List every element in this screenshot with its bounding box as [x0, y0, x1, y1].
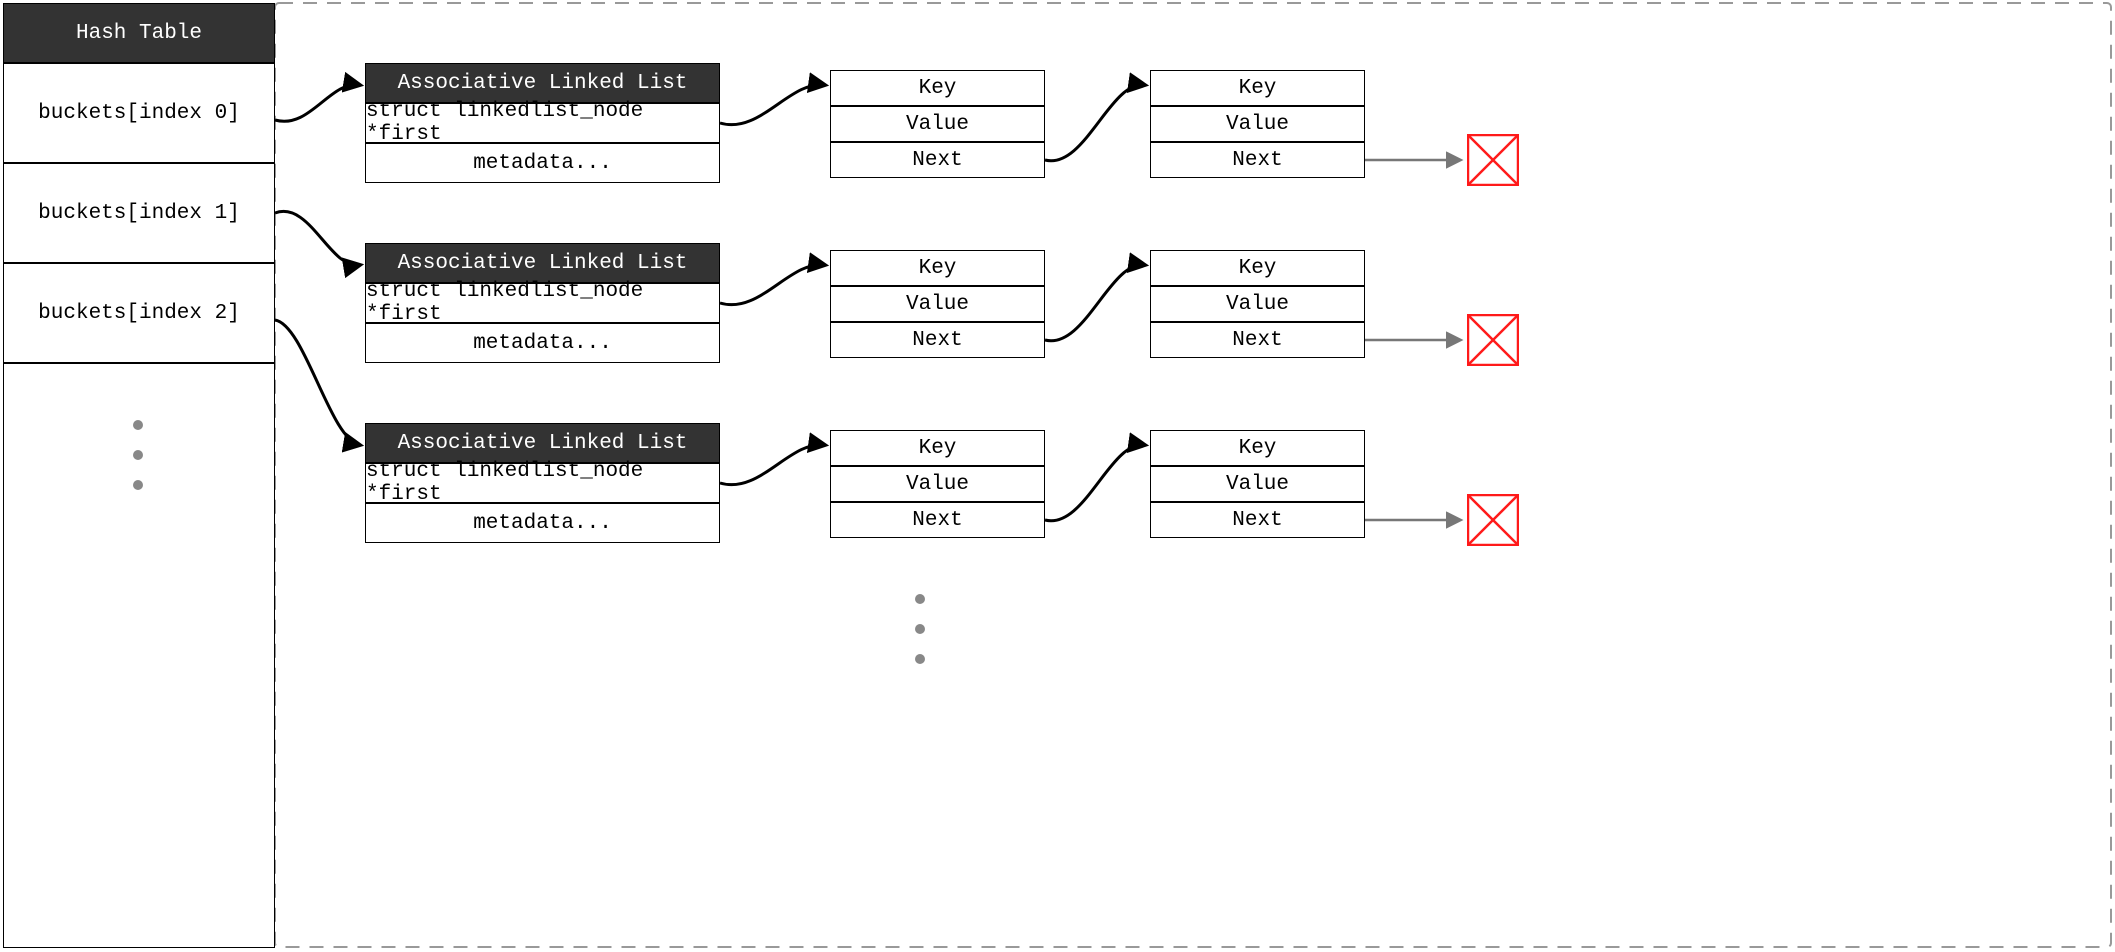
arrow-list2-node2a — [720, 445, 825, 485]
node-0a-next: Next — [830, 142, 1045, 178]
node-2a-next: Next — [830, 502, 1045, 538]
arrow-list1-node1a — [720, 265, 825, 305]
ellipsis-dot — [133, 450, 143, 460]
node-0b-key: Key — [1150, 70, 1365, 106]
null-icon — [1467, 134, 1519, 186]
assoc-list-first-0: struct linkedlist_node *first — [365, 103, 720, 143]
node-0a-key: Key — [830, 70, 1045, 106]
node-1a-next: Next — [830, 322, 1045, 358]
node-1b-key: Key — [1150, 250, 1365, 286]
null-icon — [1467, 494, 1519, 546]
arrow-bucket1-list1 — [275, 211, 360, 265]
node-2a-value: Value — [830, 466, 1045, 502]
node-0b-value: Value — [1150, 106, 1365, 142]
assoc-list-meta-1: metadata... — [365, 323, 720, 363]
ellipsis-dot — [915, 594, 925, 604]
assoc-list-first-1: struct linkedlist_node *first — [365, 283, 720, 323]
node-0a-value: Value — [830, 106, 1045, 142]
ellipsis-dot — [915, 624, 925, 634]
node-2b-next: Next — [1150, 502, 1365, 538]
null-icon — [1467, 314, 1519, 366]
assoc-list-meta-0: metadata... — [365, 143, 720, 183]
ellipsis-dot — [133, 480, 143, 490]
bucket-0: buckets[index 0] — [3, 63, 275, 163]
ellipsis-dot — [915, 654, 925, 664]
node-0b-next: Next — [1150, 142, 1365, 178]
node-2b-key: Key — [1150, 430, 1365, 466]
arrow-node1a-node1b — [1045, 265, 1145, 341]
arrow-list0-node0a — [720, 85, 825, 125]
node-2a-key: Key — [830, 430, 1045, 466]
ellipsis-dot — [133, 420, 143, 430]
node-1a-key: Key — [830, 250, 1045, 286]
arrow-node0a-node0b — [1045, 85, 1145, 161]
assoc-list-header-1: Associative Linked List — [365, 243, 720, 283]
bucket-2: buckets[index 2] — [3, 263, 275, 363]
arrow-bucket2-list2 — [275, 320, 360, 445]
node-1b-value: Value — [1150, 286, 1365, 322]
node-1b-next: Next — [1150, 322, 1365, 358]
hash-table-header: Hash Table — [3, 3, 275, 63]
assoc-list-header-0: Associative Linked List — [365, 63, 720, 103]
arrow-node2a-node2b — [1045, 445, 1145, 521]
node-1a-value: Value — [830, 286, 1045, 322]
bucket-1: buckets[index 1] — [3, 163, 275, 263]
assoc-list-meta-2: metadata... — [365, 503, 720, 543]
arrow-bucket0-list0 — [275, 85, 360, 122]
node-2b-value: Value — [1150, 466, 1365, 502]
assoc-list-first-2: struct linkedlist_node *first — [365, 463, 720, 503]
assoc-list-header-2: Associative Linked List — [365, 423, 720, 463]
